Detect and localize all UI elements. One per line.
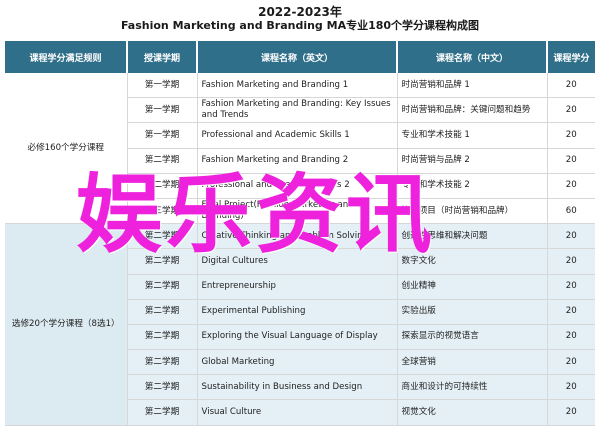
course-name-en-cell: Visual Culture xyxy=(196,399,397,426)
column-header-semester: 授课学期 xyxy=(126,41,197,73)
course-name-en-cell: Professional and Academic Skills 1 xyxy=(196,122,397,149)
page-subtitle: Fashion Marketing and Branding MA专业180个学… xyxy=(120,19,480,32)
semester-cell: 第二学期 xyxy=(126,324,197,351)
course-name-zh-cell: 创业精神 xyxy=(396,274,547,300)
credits-cell: 20 xyxy=(546,349,595,376)
column-header-name-en: 课程名称（英文） xyxy=(196,41,397,73)
course-name-zh-cell: 时尚营销和品牌 1 xyxy=(396,73,547,99)
credits-cell: 20 xyxy=(546,223,595,250)
semester-cell: 第二学期 xyxy=(126,374,197,401)
course-name-en-cell: Global Marketing xyxy=(196,349,397,376)
table-row: 必修160个学分课程 第一学期 Fashion Marketing and Bran… xyxy=(5,73,595,225)
course-name-en-cell: Exploring the Visual Language of Display xyxy=(196,324,397,351)
semester-cell: 第二学期 xyxy=(126,274,197,300)
table-header-row: 课程学分满足规则 授课学期 课程名称（英文） 课程名称（中文） 课程学分 xyxy=(5,41,595,73)
semester-cell: 第一学期 xyxy=(126,97,197,124)
course-name-en-cell: Fashion Marketing and Branding: Key Issu… xyxy=(196,97,397,124)
column-header-credits: 课程学分 xyxy=(546,41,595,73)
course-name-zh-cell: 探索显示的视觉语言 xyxy=(396,324,547,351)
credits-cell: 20 xyxy=(546,299,595,325)
credits-cell: 20 xyxy=(546,97,595,124)
semester-cell: 第一学期 xyxy=(126,73,197,99)
course-name-zh-cell: 专业和学术技能 1 xyxy=(396,122,547,149)
credits-cell: 20 xyxy=(546,374,595,401)
credits-cell: 20 xyxy=(546,73,595,99)
credits-cell: 20 xyxy=(546,173,595,199)
course-name-en-cell: Sustainability in Business and Design xyxy=(196,374,397,401)
course-name-zh-cell: 时尚营销和品牌：关键问题和趋势 xyxy=(396,97,547,124)
semester-cell: 第一学期 xyxy=(126,122,197,149)
course-name-zh-cell: 视觉文化 xyxy=(396,399,547,426)
course-name-zh-cell: 实验出版 xyxy=(396,299,547,325)
credits-cell: 60 xyxy=(546,198,595,225)
credits-cell: 20 xyxy=(546,274,595,300)
course-name-en-cell: Experimental Publishing xyxy=(196,299,397,325)
course-name-zh-cell: 商业和设计的可持续性 xyxy=(396,374,547,401)
course-name-en-cell: Fashion Marketing and Branding 1 xyxy=(196,73,397,99)
course-name-zh-cell: 全球营销 xyxy=(396,349,547,376)
column-header-rule: 课程学分满足规则 xyxy=(5,41,127,73)
credits-cell: 20 xyxy=(546,148,595,174)
semester-cell: 第二学期 xyxy=(126,299,197,325)
credits-cell: 20 xyxy=(546,399,595,426)
credits-cell: 20 xyxy=(546,324,595,351)
semester-cell: 第二学期 xyxy=(126,399,197,426)
course-name-en-cell: Entrepreneurship xyxy=(196,274,397,300)
column-header-name-zh: 课程名称（中文） xyxy=(396,41,547,73)
credits-cell: 20 xyxy=(546,248,595,275)
semester-cell: 第二学期 xyxy=(126,349,197,376)
credits-cell: 20 xyxy=(546,122,595,149)
watermark-overlay: 娱乐资讯 xyxy=(76,165,436,265)
